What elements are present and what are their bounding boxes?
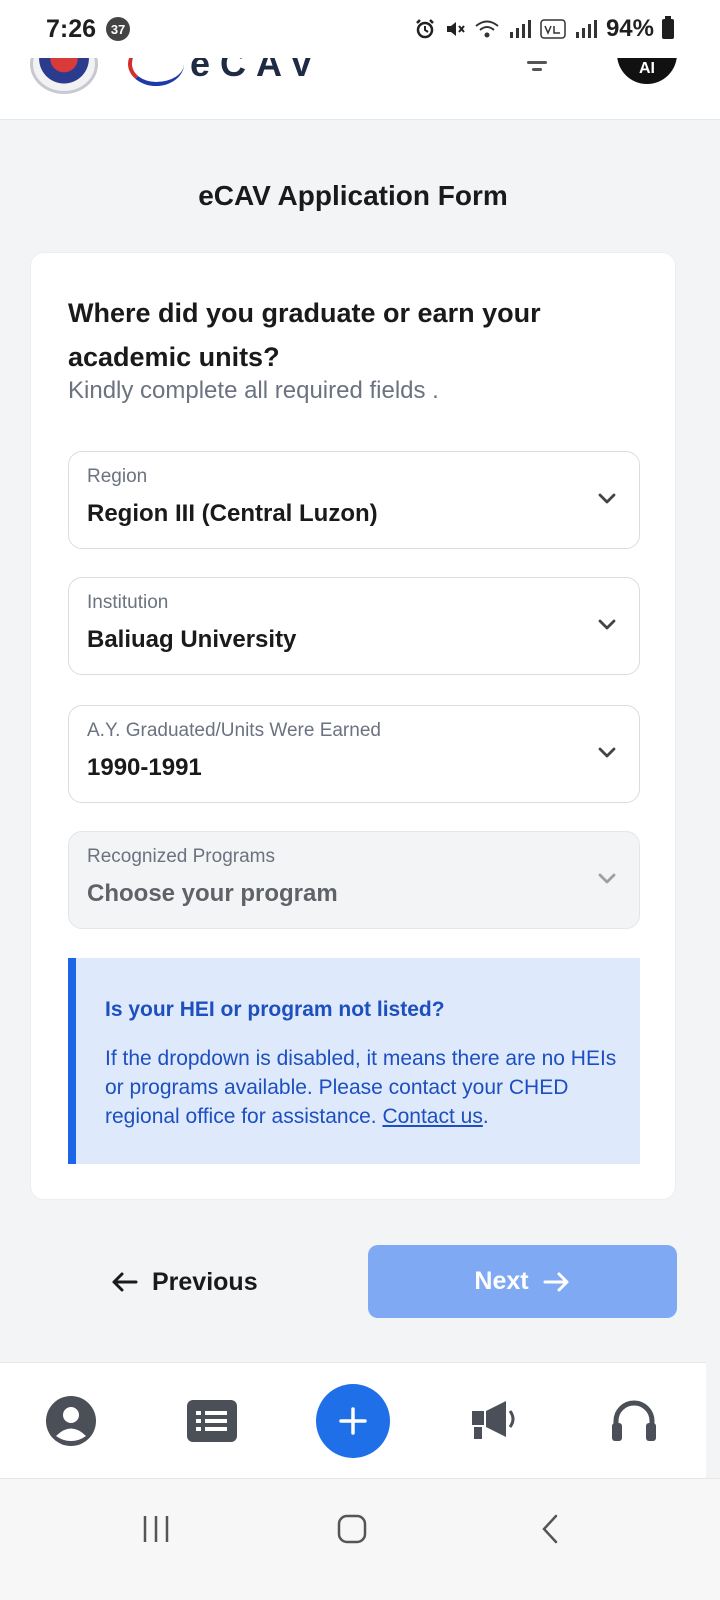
region-value: Region III (Central Luzon)	[87, 500, 378, 527]
plus-icon	[339, 1407, 367, 1435]
chevron-down-icon	[598, 747, 616, 758]
region-label: Region	[87, 466, 148, 487]
form-subtitle: Kindly complete all required fields .	[68, 377, 439, 404]
list-icon	[187, 1400, 237, 1442]
back-icon	[542, 1514, 558, 1544]
announcement-icon	[472, 1401, 515, 1439]
ched-seal-logo	[30, 58, 98, 94]
add-button[interactable]	[316, 1384, 390, 1458]
tab-support[interactable]	[596, 1383, 672, 1459]
chevron-down-icon	[598, 493, 616, 504]
form-question: Where did you graduate or earn your acad…	[68, 298, 541, 372]
recent-apps-icon	[143, 1516, 169, 1542]
contact-us-link[interactable]: Contact us	[382, 1105, 482, 1128]
arrow-right-icon	[543, 1272, 569, 1291]
institution-label: Institution	[87, 592, 169, 613]
info-callout: Is your HEI or program not listed? If th…	[68, 958, 640, 1164]
alarm-icon	[414, 18, 436, 40]
wifi-icon	[474, 18, 500, 40]
chevron-down-icon	[598, 619, 616, 630]
status-left: 7:26 37	[46, 14, 131, 44]
institution-select[interactable]: Institution Baliuag University	[68, 577, 640, 675]
page-title: eCAV Application Form	[198, 180, 508, 211]
institution-value: Baliuag University	[87, 626, 297, 653]
academic-year-label: A.Y. Graduated/Units Were Earned	[87, 720, 381, 741]
region-select[interactable]: Region Region III (Central Luzon)	[68, 451, 640, 549]
form-card: Where did you graduate or earn your acad…	[30, 252, 676, 1200]
tab-profile[interactable]	[33, 1383, 109, 1459]
academic-year-value: 1990-1991	[87, 754, 202, 781]
headset-icon	[612, 1400, 656, 1441]
menu-icon[interactable]	[522, 58, 552, 71]
brand-name: eCAV	[190, 58, 324, 84]
bottom-tab-bar	[0, 1362, 706, 1478]
status-right: 94%	[414, 15, 674, 43]
academic-year-select[interactable]: A.Y. Graduated/Units Were Earned 1990-19…	[68, 705, 640, 803]
mute-icon	[444, 18, 466, 40]
signal-icon	[508, 18, 532, 40]
battery-icon	[662, 16, 674, 39]
profile-icon	[46, 1396, 96, 1446]
tab-applications[interactable]	[174, 1383, 250, 1459]
recognized-programs-select[interactable]: Recognized Programs Choose your program	[68, 831, 640, 929]
back-button[interactable]	[520, 1507, 580, 1551]
system-navigation-bar	[0, 1478, 720, 1600]
tab-announcements[interactable]	[456, 1383, 532, 1459]
next-label: Next	[474, 1267, 529, 1295]
status-time: 7:26	[46, 14, 97, 43]
programs-label: Recognized Programs	[87, 846, 275, 867]
info-title: Is your HEI or program not listed?	[105, 998, 445, 1021]
previous-label: Previous	[152, 1267, 258, 1296]
previous-button[interactable]: Previous	[110, 1260, 258, 1304]
next-button[interactable]: Next	[368, 1245, 677, 1318]
home-button[interactable]	[322, 1507, 382, 1551]
arrow-left-icon	[112, 1272, 138, 1292]
home-icon	[337, 1514, 367, 1544]
ecav-logo[interactable]: eCAV	[128, 58, 323, 86]
battery-percent: 94%	[605, 15, 654, 42]
info-body-text: If the dropdown is disabled, it means th…	[105, 1047, 617, 1128]
ecav-logo-mark	[128, 58, 184, 86]
signal-icon-2	[574, 18, 598, 40]
info-body: If the dropdown is disabled, it means th…	[105, 1044, 625, 1131]
tab-new-application[interactable]	[315, 1383, 391, 1459]
status-bar: 7:26 37 94%	[0, 0, 720, 58]
info-body-suffix: .	[482, 1105, 489, 1128]
app-header: eCAV AI	[0, 58, 720, 120]
user-avatar[interactable]: AI	[617, 58, 677, 84]
notification-count-badge: 37	[106, 17, 131, 41]
chevron-down-icon	[598, 873, 616, 884]
volte-icon	[540, 18, 566, 40]
recent-apps-button[interactable]	[126, 1507, 186, 1551]
programs-placeholder: Choose your program	[87, 880, 338, 907]
